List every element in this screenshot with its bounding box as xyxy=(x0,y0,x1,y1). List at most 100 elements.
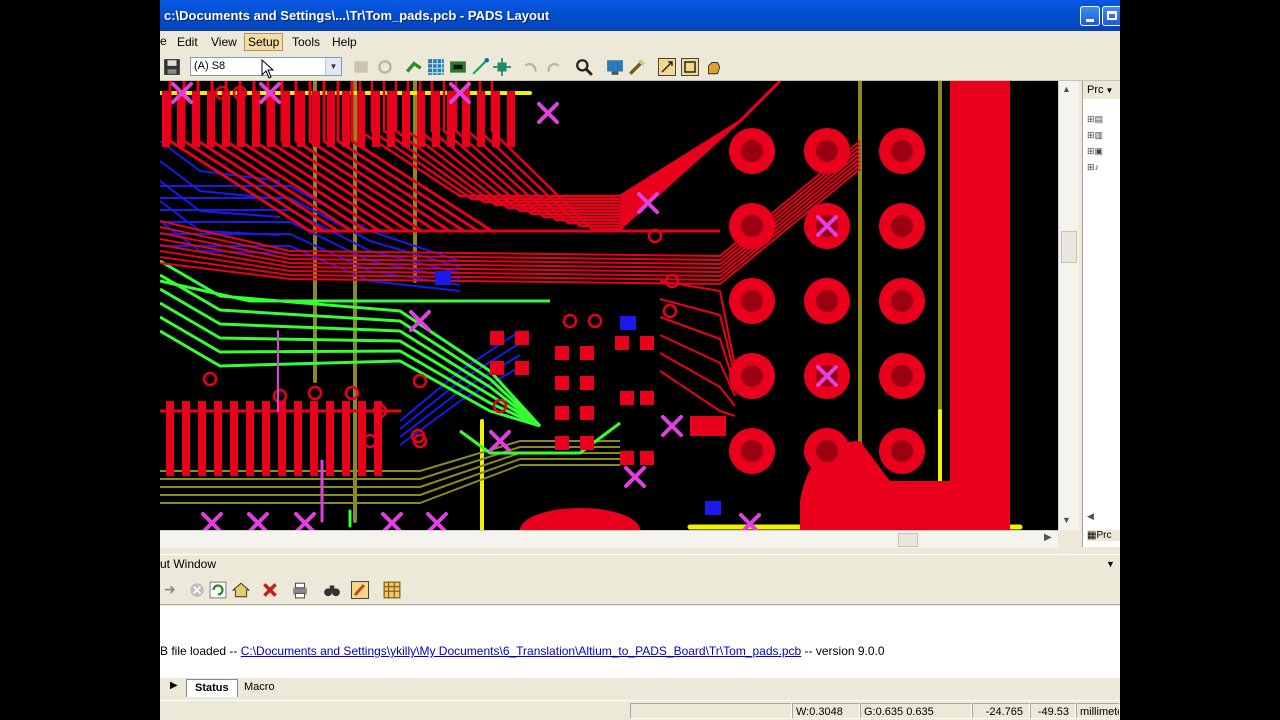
top-pin-pad xyxy=(417,91,425,147)
top-pin-pad xyxy=(312,91,320,147)
smd-pad xyxy=(515,361,529,375)
copper-pour xyxy=(950,81,1010,530)
delete-icon[interactable] xyxy=(261,581,279,599)
smd-pad xyxy=(690,416,726,436)
vertical-scrollbar[interactable]: ▲ ▼ xyxy=(1058,81,1079,530)
top-pin-pad xyxy=(372,91,380,147)
window-title: c:\Documents and Settings\...\Tr\Tom_pad… xyxy=(164,8,550,23)
pcb-canvas[interactable] xyxy=(160,81,1058,530)
via xyxy=(662,303,678,319)
red-trace xyxy=(659,370,736,417)
top-pin-pad xyxy=(327,91,335,147)
home-icon[interactable] xyxy=(232,581,250,599)
select-mode-icon[interactable] xyxy=(658,58,676,76)
bga-pad-center xyxy=(816,290,838,312)
status-bar: W:0.3048 G:0.635 0.635 -24.765 -49.53 mi… xyxy=(160,700,1120,720)
design-rules-icon[interactable] xyxy=(628,58,646,76)
smd-pad xyxy=(555,436,569,450)
via xyxy=(202,371,218,387)
view-nets-icon[interactable] xyxy=(606,58,624,76)
component-icon[interactable] xyxy=(493,58,511,76)
menu-help[interactable]: Help xyxy=(329,34,360,50)
smd-pad xyxy=(490,361,504,375)
status-y-coord: -49.53 xyxy=(1030,703,1076,719)
tab-status[interactable]: Status xyxy=(186,679,238,697)
bga-pad-center xyxy=(891,215,913,237)
table-icon[interactable] xyxy=(383,581,401,599)
menu-file-partial[interactable]: e xyxy=(160,34,167,48)
via xyxy=(412,373,428,389)
scroll-down-icon[interactable]: ▼ xyxy=(1062,515,1071,525)
top-pin-pad xyxy=(297,91,305,147)
output-toolbar: ➜ xyxy=(160,574,1120,605)
drafting-mode-icon[interactable] xyxy=(681,58,699,76)
log-message-suffix: -- version 9.0.0 xyxy=(804,644,885,658)
project-panel-header: Prc xyxy=(1087,84,1104,96)
copper-pour xyxy=(520,508,640,530)
menu-tools[interactable]: Tools xyxy=(289,34,323,50)
print-icon[interactable] xyxy=(291,581,309,599)
tab-scroll-icon[interactable]: ▶ xyxy=(170,680,178,691)
tab-macro[interactable]: Macro xyxy=(236,679,283,696)
menu-bar: e Edit View Setup Tools Help xyxy=(160,31,1120,53)
top-pin-pad xyxy=(252,91,260,147)
menu-edit[interactable]: Edit xyxy=(174,34,201,50)
smd-pad xyxy=(580,406,594,420)
via xyxy=(664,273,680,289)
top-pin-pad xyxy=(357,91,365,147)
via xyxy=(587,313,603,329)
hand-icon[interactable] xyxy=(704,58,722,76)
main-toolbar: (A) S8 ▼ xyxy=(160,53,1120,81)
smd-pad xyxy=(615,336,629,350)
chevron-down-icon[interactable]: ▼ xyxy=(1106,555,1115,574)
horizontal-scroll-thumb[interactable] xyxy=(898,533,918,547)
status-grid: G:0.635 0.635 xyxy=(860,703,972,719)
save-icon[interactable] xyxy=(163,58,181,76)
scroll-left-icon[interactable]: ◀ xyxy=(1087,511,1094,522)
smd-pad xyxy=(640,391,654,405)
edit-log-icon[interactable] xyxy=(351,581,369,599)
board-icon[interactable] xyxy=(449,58,467,76)
trace-icon[interactable] xyxy=(471,58,489,76)
title-bar: c:\Documents and Settings\...\Tr\Tom_pad… xyxy=(160,0,1120,31)
minimize-button[interactable] xyxy=(1080,6,1100,26)
find-icon[interactable] xyxy=(323,581,341,599)
route-icon[interactable] xyxy=(405,58,423,76)
smd-pad xyxy=(640,451,654,465)
mouse-cursor-icon xyxy=(261,59,275,79)
bga-pad-center xyxy=(816,140,838,162)
status-width: W:0.3048 xyxy=(792,703,860,719)
scroll-right-icon[interactable]: ▶ xyxy=(1044,532,1052,543)
scroll-up-icon[interactable]: ▲ xyxy=(1062,84,1071,94)
menu-setup[interactable]: Setup xyxy=(244,33,284,51)
redo-icon xyxy=(547,62,560,72)
chevron-down-icon[interactable]: ▼ xyxy=(1104,86,1114,95)
maximize-button[interactable] xyxy=(1102,6,1120,26)
smd-pad xyxy=(555,346,569,360)
project-tab[interactable]: ▦Prc xyxy=(1087,530,1120,541)
undo-icon xyxy=(524,62,537,72)
menu-view[interactable]: View xyxy=(208,34,240,50)
grid-icon[interactable] xyxy=(427,58,445,76)
project-tree[interactable]: ⊞▤ ⊞▥ ⊞▣ ⊞♪ xyxy=(1087,111,1103,175)
project-explorer-panel: Prc ▼ ⊞▤ ⊞▥ ⊞▣ ⊞♪ ◀ ▦Prc xyxy=(1082,81,1120,547)
log-file-link[interactable]: C:\Documents and Settings\ykilly\My Docu… xyxy=(241,644,801,658)
disabled-refresh-icon xyxy=(378,60,392,74)
chevron-down-icon[interactable]: ▼ xyxy=(325,58,341,75)
disabled-tool-icon xyxy=(354,61,368,73)
pcb-layout-drawing xyxy=(160,81,1023,530)
zoom-icon[interactable] xyxy=(575,58,593,76)
smd-pad xyxy=(620,451,634,465)
bga-pad-center xyxy=(741,365,763,387)
top-pin-pad xyxy=(432,91,440,147)
top-pin-pad xyxy=(492,91,500,147)
bga-pad-center xyxy=(891,365,913,387)
red-trace xyxy=(659,334,736,397)
refresh-icon[interactable] xyxy=(209,581,227,599)
vertical-scroll-thumb[interactable] xyxy=(1061,231,1077,263)
horizontal-scrollbar[interactable]: ▶ xyxy=(160,530,1058,548)
blue-pad xyxy=(435,271,451,285)
smd-pad xyxy=(490,331,504,345)
top-pin-pad xyxy=(162,91,170,147)
output-tabs: ▶ Status Macro xyxy=(160,678,1120,698)
